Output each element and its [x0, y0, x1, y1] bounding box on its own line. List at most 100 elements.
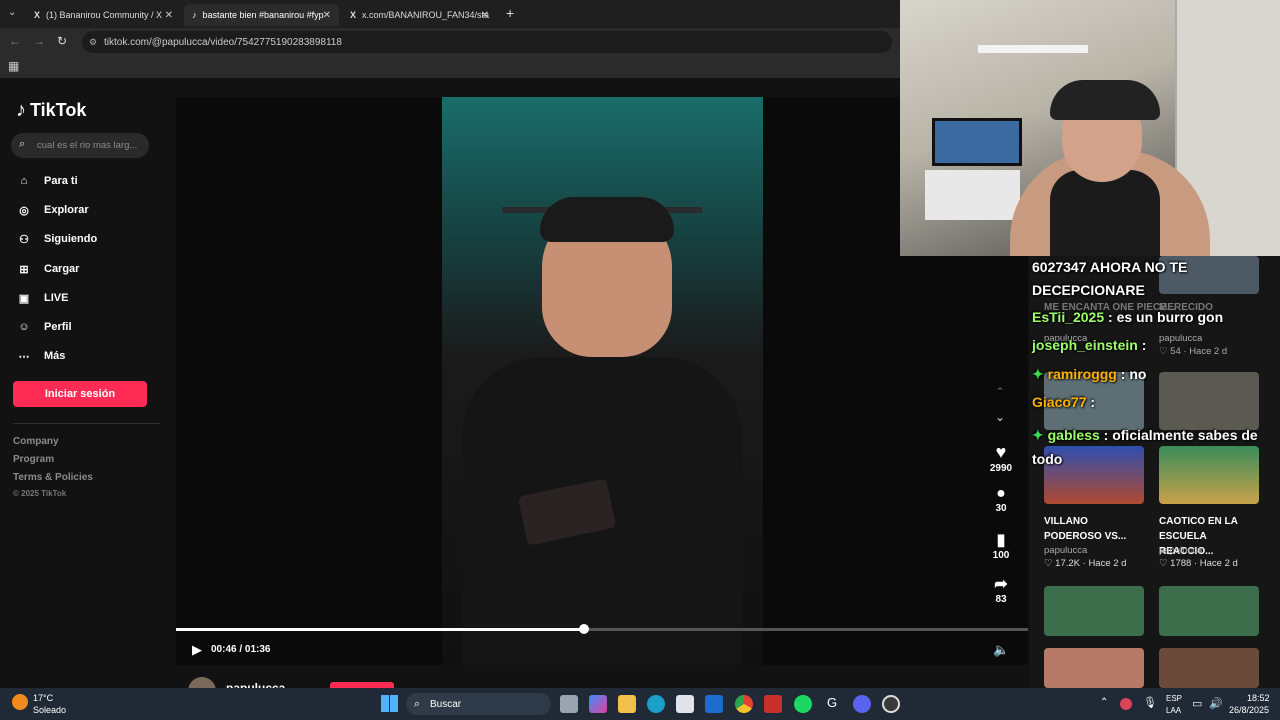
tray-chevron-icon[interactable]: ⌃ — [1100, 697, 1108, 708]
volume-tray-icon[interactable]: 🔊 — [1209, 697, 1223, 710]
chat-message: ✦ ramiroggg : no — [1032, 366, 1147, 382]
chat-message: Giaco77 : — [1032, 394, 1096, 410]
related-likes: ♡ 54 · Hace 2 d — [1159, 346, 1228, 357]
footer-program[interactable]: Program — [13, 454, 54, 465]
nav-live[interactable]: ▣ LIVE — [16, 288, 69, 308]
related-thumbnail[interactable] — [1159, 586, 1259, 636]
app-icon[interactable]: G — [823, 695, 841, 713]
weather-temp[interactable]: 17°C — [33, 693, 53, 703]
tiktok-note-icon: ♪ — [16, 99, 26, 121]
discord-icon[interactable] — [853, 695, 871, 713]
footer-terms[interactable]: Terms & Policies — [13, 472, 93, 483]
search-icon: ⌕ — [414, 697, 421, 710]
play-icon[interactable]: ▶ — [192, 642, 202, 658]
forward-icon[interactable]: → — [33, 34, 45, 48]
tab-bananirou-community[interactable]: X (1) Bananirou Community / X ✕ — [26, 4, 181, 26]
previous-video-icon[interactable]: ⌃ — [995, 385, 1005, 399]
more-icon: ⋯ — [18, 350, 30, 363]
obs-icon[interactable] — [882, 695, 900, 713]
close-tab-icon[interactable]: ✕ — [323, 10, 331, 21]
x-icon: X — [34, 10, 41, 20]
related-title[interactable]: VILLANO PODEROSO VS... — [1044, 514, 1139, 544]
spotify-icon[interactable] — [794, 695, 812, 713]
search-input[interactable]: ⌕ cual es el rio mas larg... — [11, 133, 149, 158]
tiktok-icon: ♪ — [192, 10, 197, 20]
task-view-icon[interactable] — [560, 695, 578, 713]
apps-grid-icon[interactable]: ▦ — [8, 59, 19, 73]
login-button[interactable]: Iniciar sesión — [13, 381, 147, 407]
microphone-icon[interactable]: 🎙 — [1143, 696, 1157, 709]
related-author: papulucca — [1044, 545, 1088, 556]
bookmark-bar: ▦ — [0, 56, 900, 78]
footer-company[interactable]: Company — [13, 436, 59, 447]
related-author: papulucca — [1159, 333, 1203, 344]
save-action[interactable]: ▮ 100 — [985, 530, 1017, 561]
taskbar-search[interactable]: ⌕ Buscar — [406, 693, 551, 715]
share-icon: ➦ — [994, 576, 1008, 593]
nav-siguiendo[interactable]: ⚇ Siguiendo — [16, 229, 97, 249]
webcam-shelf — [978, 45, 1088, 53]
tiktok-logo[interactable]: ♪ TikTok — [16, 99, 86, 122]
close-tab-icon[interactable]: ✕ — [481, 10, 489, 21]
home-icon: ⌂ — [20, 175, 28, 187]
chat-message: ✦ gabless : oficialmente sabes de todo — [1032, 427, 1258, 467]
volume-icon[interactable]: 🔈 — [993, 642, 1009, 658]
webcam-cap — [1050, 80, 1160, 120]
tab-tiktok-video[interactable]: ♪ bastante bien #bananirou #fyp ✕ — [184, 4, 339, 26]
weather-icon[interactable] — [12, 694, 28, 710]
related-thumbnail[interactable] — [1159, 648, 1259, 688]
store-icon[interactable] — [676, 695, 694, 713]
tray-app-icon[interactable] — [1120, 698, 1132, 710]
copilot-icon[interactable] — [589, 695, 607, 713]
lang-indicator[interactable]: ESP — [1166, 694, 1182, 703]
chrome-icon[interactable] — [735, 695, 753, 713]
network-icon[interactable]: ▭ — [1192, 697, 1202, 710]
bookmark-icon: ▮ — [996, 532, 1006, 549]
video-person-hair — [540, 197, 674, 242]
new-tab-icon[interactable]: + — [506, 5, 514, 21]
tab-x-status[interactable]: X x.com/BANANIROU_FAN34/sta ✕ — [342, 4, 497, 26]
video-frame[interactable] — [442, 97, 763, 665]
sidebar-divider — [13, 423, 160, 424]
tab-list-icon[interactable]: ⌄ — [8, 7, 16, 18]
edge-icon[interactable] — [647, 695, 665, 713]
related-thumbnail[interactable] — [1044, 586, 1144, 636]
related-thumbnail[interactable] — [1159, 372, 1259, 430]
nav-mas[interactable]: ⋯ Más — [16, 346, 66, 366]
nav-explorar[interactable]: ◎ Explorar — [16, 200, 88, 220]
share-action[interactable]: ➦ 83 — [985, 574, 1017, 605]
related-thumbnail[interactable] — [1044, 648, 1144, 688]
webcam-monitor — [932, 118, 1022, 166]
badge-icon: ✦ — [1032, 427, 1044, 443]
related-likes: ♡ 17.2K · Hace 2 d — [1044, 558, 1127, 569]
chat-message: EsTii_2025 : es un burro gon — [1032, 309, 1224, 325]
webcam-person-shirt — [1050, 170, 1160, 256]
close-tab-icon[interactable]: ✕ — [165, 10, 173, 21]
site-info-icon[interactable]: ⚙ — [89, 37, 97, 48]
clock-date[interactable]: 26/8/2025 — [1229, 705, 1269, 715]
next-video-icon[interactable]: ⌄ — [995, 410, 1005, 424]
live-icon: ▣ — [18, 292, 30, 305]
streaming-app-icon[interactable] — [764, 695, 782, 713]
chat-message: joseph_einstein : — [1032, 337, 1147, 353]
weather-desc[interactable]: Soleado — [33, 705, 66, 715]
like-action[interactable]: ♥ 2990 — [985, 442, 1017, 474]
outlook-icon[interactable] — [705, 695, 723, 713]
url-field[interactable]: ⚙ tiktok.com/@papulucca/video/7542775190… — [82, 31, 892, 53]
video-time: 00:46 / 01:36 — [211, 644, 271, 655]
clock-time[interactable]: 18:52 — [1247, 693, 1270, 703]
lang-layout[interactable]: LAA — [1166, 706, 1181, 715]
reload-icon[interactable]: ↻ — [57, 34, 67, 48]
windows-start-icon[interactable] — [381, 695, 398, 712]
nav-perfil[interactable]: ☺ Perfil — [16, 317, 71, 337]
upload-icon: ⊞ — [19, 263, 29, 276]
comment-icon: ● — [996, 485, 1006, 502]
windows-taskbar — [0, 688, 1280, 720]
file-explorer-icon[interactable] — [618, 695, 636, 713]
webcam-cabinet — [925, 170, 1020, 220]
comment-action[interactable]: ● 30 — [985, 485, 1017, 514]
progress-handle[interactable] — [579, 624, 589, 634]
back-icon[interactable]: ← — [9, 34, 21, 48]
nav-cargar[interactable]: ⊞ Cargar — [16, 259, 79, 279]
nav-para-ti[interactable]: ⌂ Para ti — [16, 171, 78, 191]
